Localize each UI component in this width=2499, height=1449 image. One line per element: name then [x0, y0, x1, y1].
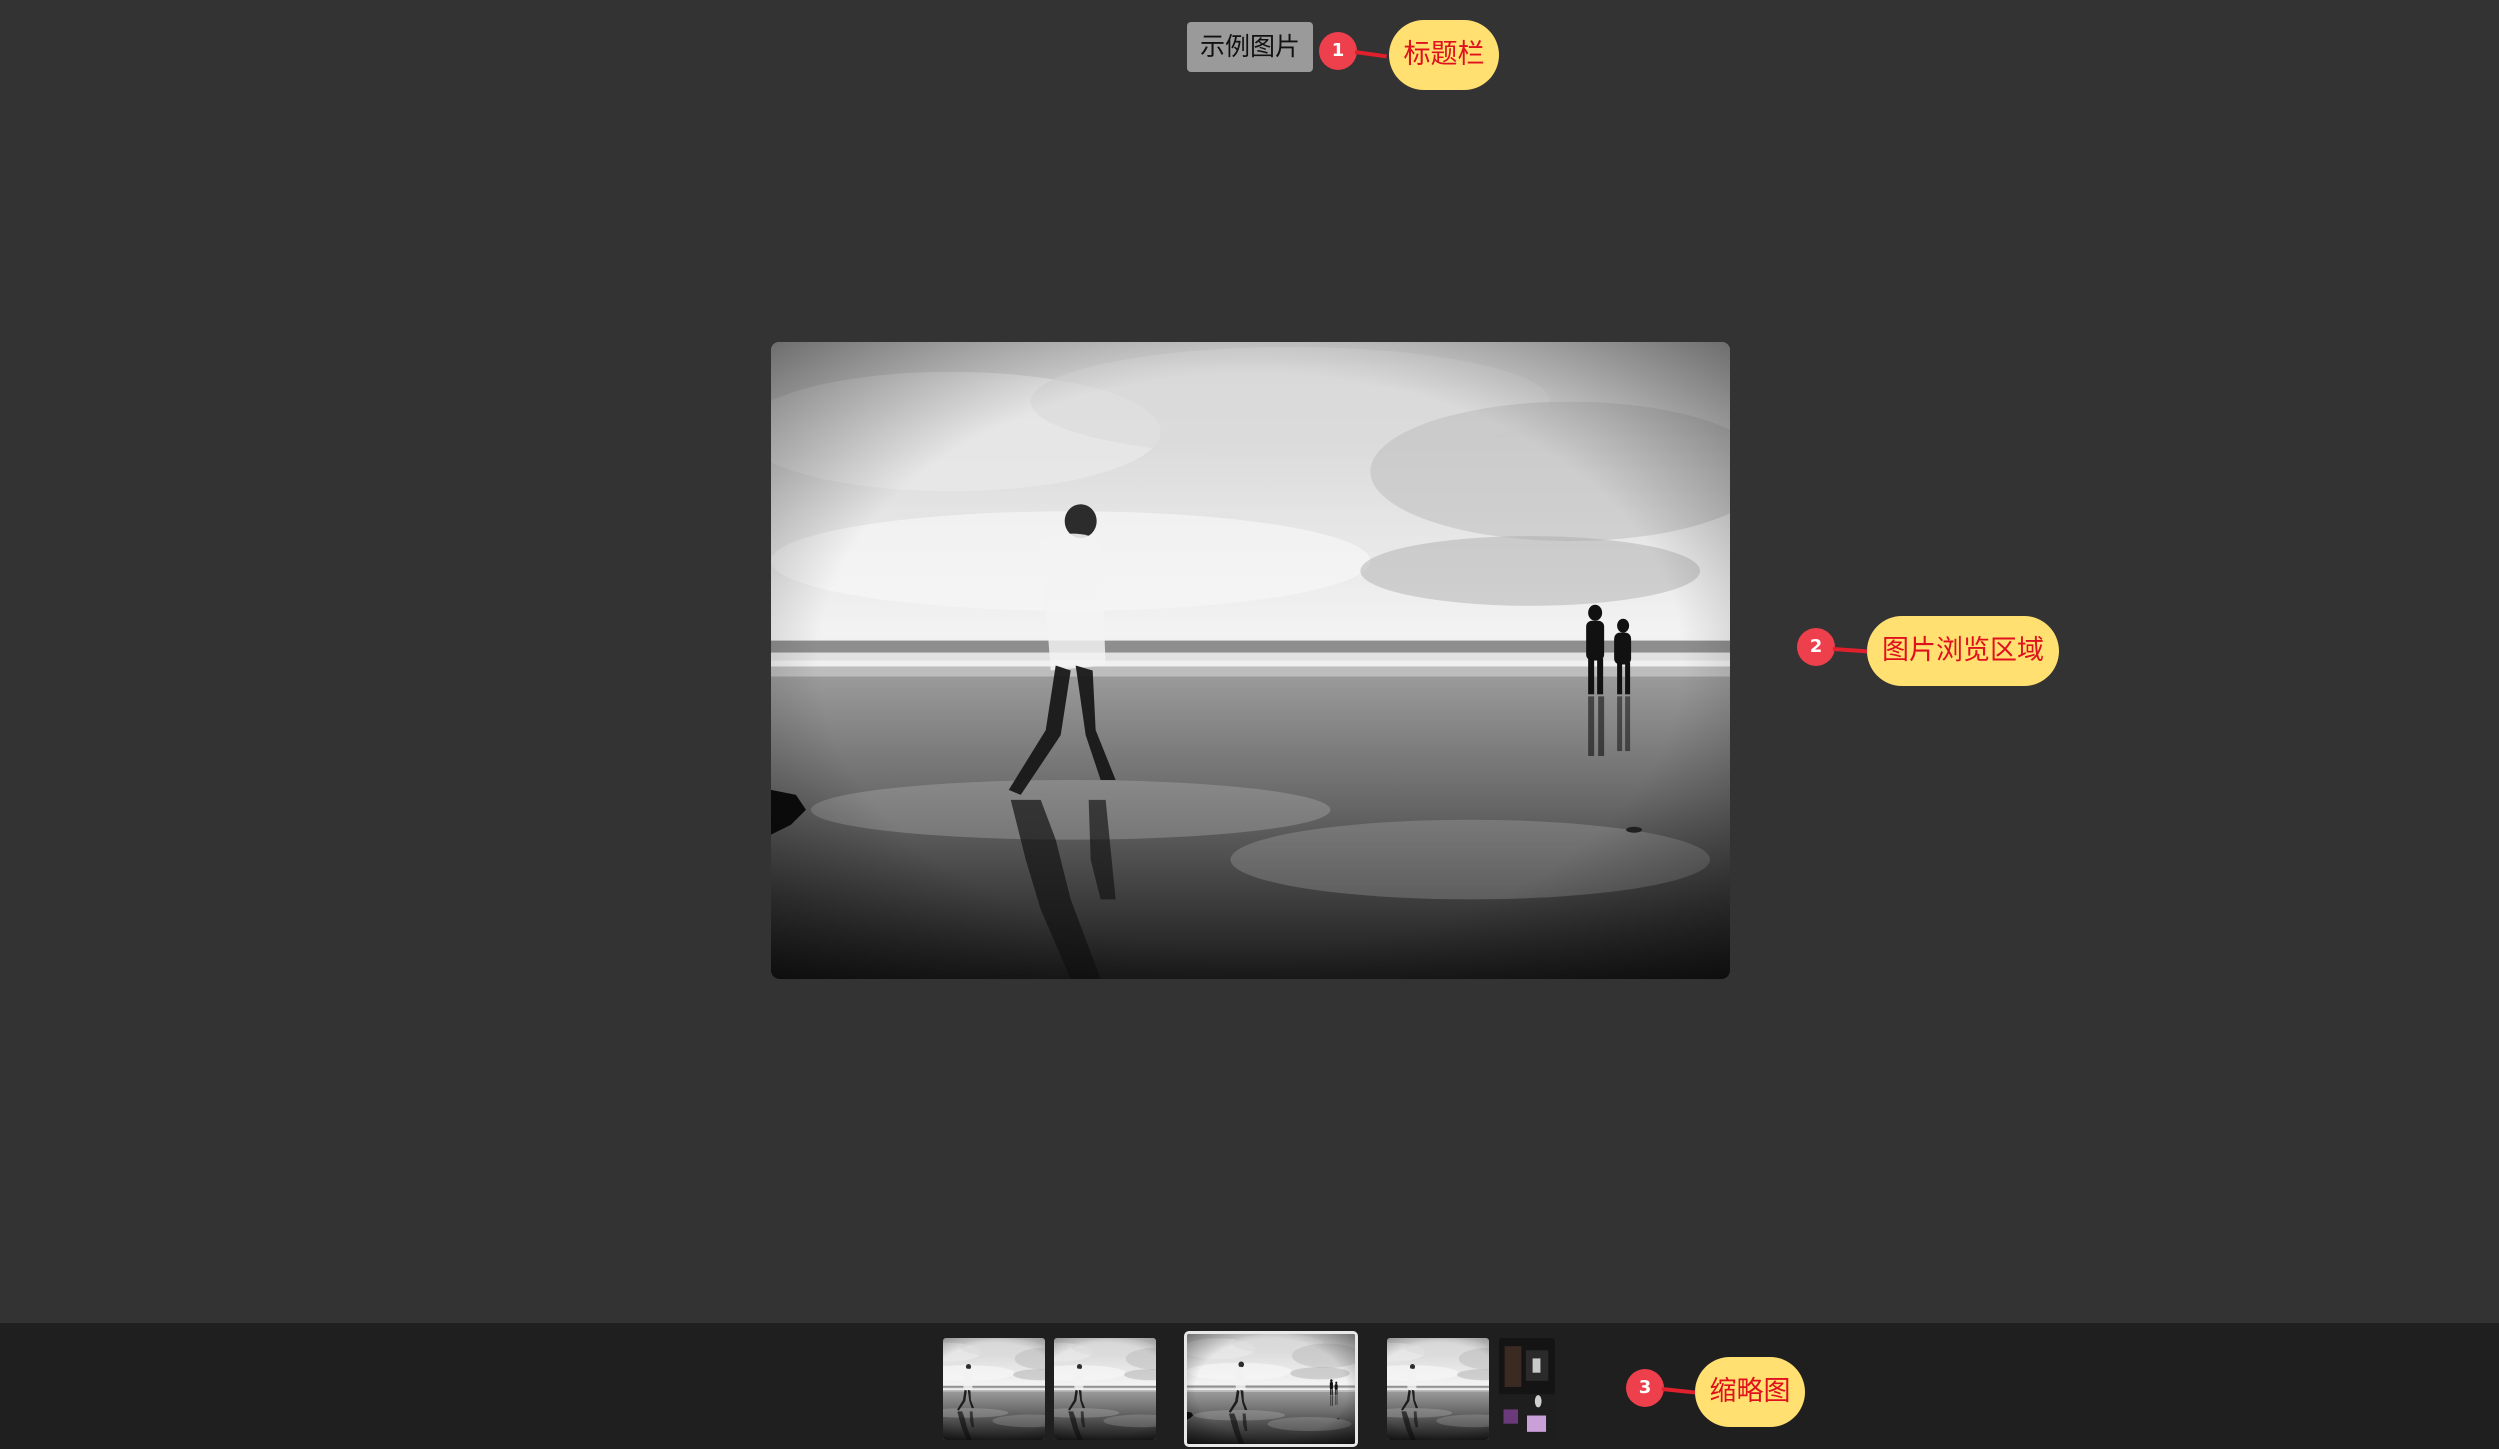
- thumbnail-3-image: [1187, 1334, 1355, 1444]
- thumbnail-5[interactable]: [1499, 1338, 1555, 1440]
- callout-1-label: 标题栏: [1389, 20, 1499, 90]
- thumbnail-strip: 3 缩略图: [0, 1323, 2499, 1449]
- thumbnail-2-image: [1054, 1338, 1156, 1440]
- callout-3-label: 缩略图: [1695, 1357, 1805, 1427]
- thumbnail-4-image: [1387, 1338, 1489, 1440]
- callout-2-badge: 2: [1797, 628, 1835, 666]
- callout-2-label: 图片浏览区域: [1867, 616, 2059, 686]
- thumbnail-1-image: [943, 1338, 1045, 1440]
- thumbnail-4[interactable]: [1387, 1338, 1489, 1440]
- photo-viewer-page: 示例图片 1 标题栏 2 图片浏览区域 3 缩略图: [0, 0, 2499, 1449]
- thumbnail-5-image: [1499, 1338, 1555, 1440]
- main-photo: [771, 342, 1730, 979]
- title-bar: 示例图片: [1187, 22, 1313, 72]
- callout-1-connector: [1354, 50, 1387, 59]
- thumbnail-3-active[interactable]: [1184, 1331, 1358, 1447]
- thumbnail-1[interactable]: [943, 1338, 1045, 1440]
- callout-1-badge: 1: [1319, 32, 1357, 70]
- callout-3-connector: [1661, 1387, 1697, 1395]
- callout-3-badge: 3: [1626, 1369, 1664, 1407]
- image-viewer[interactable]: [771, 342, 1730, 979]
- thumbnail-2[interactable]: [1054, 1338, 1156, 1440]
- callout-2-connector: [1832, 647, 1870, 654]
